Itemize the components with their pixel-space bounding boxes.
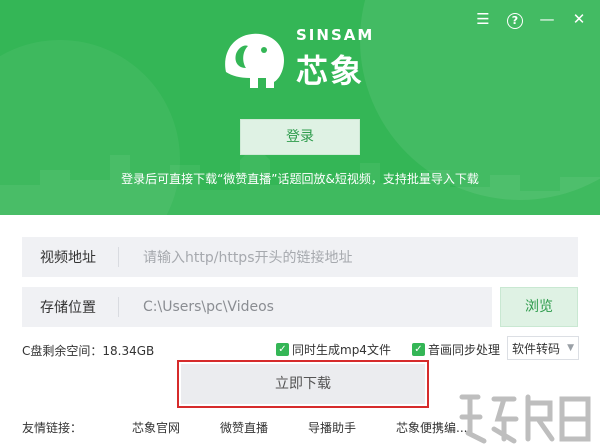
- disk-space-text: C盘剩余空间：18.34GB: [22, 344, 155, 358]
- menu-icon[interactable]: ☰: [472, 8, 494, 30]
- transcode-select-value: 软件转码: [512, 341, 561, 356]
- mp4-checkbox-checked-icon[interactable]: ✓: [276, 343, 289, 356]
- storage-path-field[interactable]: 存储位置 C:\Users\pc\Videos: [22, 287, 492, 327]
- storage-path-input[interactable]: C:\Users\pc\Videos: [119, 299, 492, 315]
- video-url-label: 视频地址: [40, 250, 96, 266]
- storage-path-label: 存储位置: [40, 300, 96, 316]
- download-now-button[interactable]: 立即下载: [181, 364, 425, 404]
- link-weizan-live[interactable]: 微赞直播: [220, 419, 268, 436]
- help-icon[interactable]: ?: [504, 8, 526, 30]
- friend-links-label: 友情链接：: [22, 421, 83, 435]
- video-url-field[interactable]: 视频地址 请输入http/https开头的链接地址: [22, 237, 578, 277]
- elephant-logo-icon: [225, 33, 284, 88]
- transcode-select[interactable]: 软件转码 ▼: [507, 336, 579, 360]
- header-banner: ☰ ? — ✕ SINSAM 芯象 登录 登录后可直接下载“微赞直播”话题回放&…: [0, 0, 600, 215]
- site-watermark-logo: [459, 394, 591, 444]
- sync-checkbox-checked-icon[interactable]: ✓: [412, 343, 425, 356]
- browse-button[interactable]: 浏览: [500, 287, 578, 327]
- sync-option[interactable]: ✓ 音画同步处理: [412, 341, 500, 358]
- brand-logo: SINSAM 芯象: [218, 26, 374, 92]
- link-sinsam-site[interactable]: 芯象官网: [132, 419, 180, 436]
- close-button[interactable]: ✕: [568, 8, 590, 30]
- friend-links: 友情链接：: [22, 419, 82, 436]
- minimize-button[interactable]: —: [536, 8, 558, 30]
- sync-option-label: 音画同步处理: [428, 343, 501, 357]
- brand-name-en: SINSAM: [296, 26, 375, 44]
- mp4-option[interactable]: ✓ 同时生成mp4文件: [276, 341, 391, 358]
- chevron-down-icon: ▼: [567, 343, 574, 353]
- brand-name-cn: 芯象: [296, 52, 365, 90]
- login-button[interactable]: 登录: [240, 119, 360, 155]
- link-director-assistant[interactable]: 导播助手: [308, 419, 356, 436]
- video-url-input[interactable]: 请输入http/https开头的链接地址: [119, 247, 578, 267]
- window-controls: ☰ ? — ✕: [472, 8, 590, 30]
- login-notice: 登录后可直接下载“微赞直播”话题回放&短视频，支持批量导入下载: [121, 172, 479, 186]
- mp4-option-label: 同时生成mp4文件: [292, 343, 391, 357]
